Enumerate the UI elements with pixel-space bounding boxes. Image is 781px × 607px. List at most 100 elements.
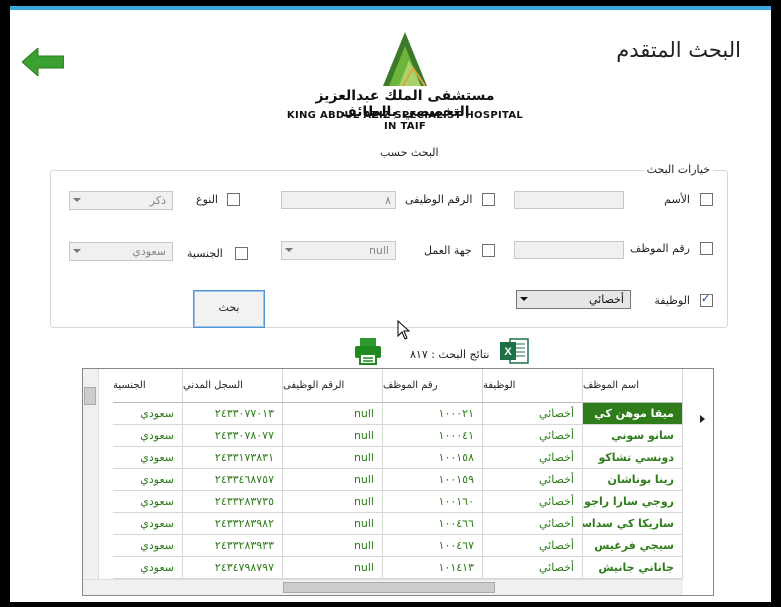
cell-civil-record[interactable]: ٢٤٣٤٧٩٨٧٩٧ [183,557,283,579]
excel-icon[interactable]: X [498,336,530,366]
cell-civil-record[interactable]: ٢٤٣٣٢٨٣٩٨٢ [183,513,283,535]
column-header-employee-no[interactable]: رقم الموظف [383,369,483,403]
horizontal-scrollbar[interactable] [83,579,683,595]
job-id-checkbox[interactable] [482,193,495,206]
cell-job[interactable]: أخصائي [483,447,583,469]
cell-employee-no[interactable]: ١٠١٤١٣ [383,557,483,579]
cell-civil-record[interactable]: ٢٤٣٣٢٨٣٧٣٥ [183,491,283,513]
gender-label: النوع [196,193,218,206]
cell-job[interactable]: أخصائي [483,513,583,535]
name-label: الأسم [664,193,690,206]
cell-job-id[interactable]: null [283,535,383,557]
cell-job-id[interactable]: null [283,557,383,579]
cell-civil-record[interactable]: ٢٤٣٣٠٧٧٠١٣ [183,403,283,425]
cell-civil-record[interactable]: ٢٤٣٣١٧٣٨٣١ [183,447,283,469]
cell-job-id[interactable]: null [283,491,383,513]
logo-mark-icon [383,32,427,87]
cell-employee-no[interactable]: ١٠٠٤٦٧ [383,535,483,557]
column-header-job[interactable]: الوظيفة [483,369,583,403]
vertical-scroll-thumb[interactable] [84,387,96,405]
cell-job[interactable]: أخصائي [483,557,583,579]
cell-job[interactable]: أخصائي [483,403,583,425]
cell-employee-no[interactable]: ١٠٠١٦٠ [383,491,483,513]
cell-nationality[interactable]: سعودي [113,425,183,447]
gender-checkbox[interactable] [227,193,240,206]
cell-civil-record[interactable]: ٢٤٣٣٤٦٨٧٥٧ [183,469,283,491]
cell-nationality[interactable]: سعودي [113,447,183,469]
column-header-job-id[interactable]: الرقم الوظيفى [283,369,383,403]
advanced-search-window: البحث المتقدم مستشفى الملك عبدالعزيز الت… [10,6,771,602]
cell-job[interactable]: أخصائي [483,491,583,513]
cell-nationality[interactable]: سعودي [113,557,183,579]
chevron-down-icon [520,297,528,301]
work-dept-checkbox[interactable] [482,244,495,257]
cell-employee-name[interactable]: سانو سوني [583,425,683,447]
nationality-select[interactable]: سعودي [69,242,173,261]
employee-no-label: رقم الموظف [630,242,690,255]
search-by-caption: البحث حسب [380,146,439,159]
chevron-down-icon [73,198,81,202]
column-header-nationality[interactable]: الجنسية [113,369,183,403]
cell-nationality[interactable]: سعودي [113,535,183,557]
job-select-value: أخصائي [589,293,624,306]
column-header-civil-record[interactable]: السجل المدني [183,369,283,403]
cell-job-id[interactable]: null [283,469,383,491]
gender-select[interactable]: ذكر [69,191,173,210]
row-header-column [682,369,713,595]
job-label: الوظيفة [654,294,690,307]
results-table: اسم الموظف الوظيفة رقم الموظف الرقم الوظيفى… [82,368,714,596]
cell-nationality[interactable]: سعودي [113,491,183,513]
cell-employee-no[interactable]: ١٠٠٤٦٦ [383,513,483,535]
cell-employee-no[interactable]: ١٠٠٠٢١ [383,403,483,425]
nationality-checkbox[interactable] [235,247,248,260]
cell-employee-no[interactable]: ١٠٠١٥٨ [383,447,483,469]
job-checkbox[interactable] [700,292,713,307]
cell-employee-name[interactable]: رينا بوناشان [583,469,683,491]
cell-civil-record[interactable]: ٢٤٣٣٠٧٨٠٧٧ [183,425,283,447]
cell-job[interactable]: أخصائي [483,469,583,491]
cell-employee-name[interactable]: ساريكا كي سداسيفان [583,513,683,535]
cell-job-id[interactable]: null [283,513,383,535]
name-input[interactable] [514,191,624,209]
search-options-group: خيارات البحث الأسم الرقم الوظيفى ٨ النوع… [50,163,728,328]
column-header-employee-name[interactable]: اسم الموظف [583,369,683,403]
cell-job-id[interactable]: null [283,447,383,469]
cell-employee-no[interactable]: ١٠٠١٥٩ [383,469,483,491]
employee-no-input[interactable] [514,241,624,259]
chevron-down-icon [73,249,81,253]
cell-nationality[interactable]: سعودي [113,513,183,535]
job-select[interactable]: أخصائي [516,290,631,309]
cell-employee-name[interactable]: ميقا موهن كي [583,403,683,425]
back-arrow-icon[interactable] [22,48,64,76]
gender-select-value: ذكر [149,194,166,207]
job-id-label: الرقم الوظيفى [405,193,473,206]
cell-job-id[interactable]: null [283,403,383,425]
vertical-scrollbar[interactable] [83,369,99,579]
name-checkbox[interactable] [700,193,713,206]
cell-nationality[interactable]: سعودي [113,403,183,425]
chevron-down-icon [285,248,293,252]
nationality-select-value: سعودي [132,245,166,258]
employee-no-checkbox[interactable] [700,242,713,255]
search-button[interactable]: بحث [193,290,265,328]
cell-nationality[interactable]: سعودي [113,469,183,491]
cell-job-id[interactable]: null [283,425,383,447]
hospital-logo: مستشفى الملك عبدالعزيز التخصصي بالطائف K… [280,28,530,132]
cell-job[interactable]: أخصائي [483,535,583,557]
cell-employee-name[interactable]: روجي سارا راجو [583,491,683,513]
cell-employee-no[interactable]: ١٠٠٠٤١ [383,425,483,447]
cell-job[interactable]: أخصائي [483,425,583,447]
horizontal-scroll-thumb[interactable] [283,582,495,593]
cell-employee-name[interactable]: جاناني جانيش [583,557,683,579]
cell-civil-record[interactable]: ٢٤٣٣٢٨٣٩٣٣ [183,535,283,557]
job-id-input[interactable]: ٨ [281,191,396,209]
svg-text:X: X [504,346,512,358]
mouse-cursor-icon [397,320,411,340]
work-dept-select[interactable]: null [281,241,396,260]
current-row-marker-icon [700,415,705,423]
cell-employee-name[interactable]: دونسي تشاكو [583,447,683,469]
page-title: البحث المتقدم [616,38,741,62]
cell-employee-name[interactable]: سيجي فرغيس [583,535,683,557]
printer-icon[interactable] [353,336,383,366]
logo-english-text: KING ABDUL AZIZ SPECIALIST HOSPITAL IN T… [286,110,524,132]
